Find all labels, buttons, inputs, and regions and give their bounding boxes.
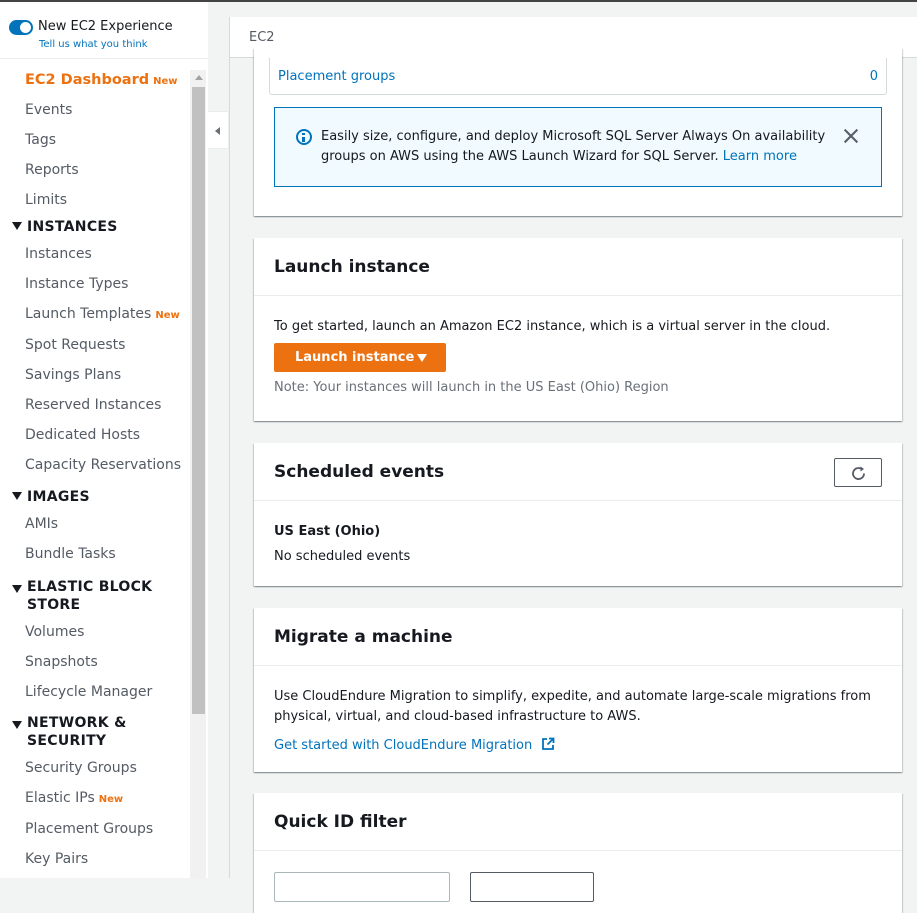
migrate-description: Use CloudEndure Migration to simplify, e… — [274, 689, 871, 724]
scroll-up-arrow-icon[interactable] — [195, 75, 203, 80]
placement-groups-count[interactable]: 0 — [870, 69, 878, 84]
launch-description: To get started, launch an Amazon EC2 ins… — [274, 319, 831, 334]
card-title: Scheduled events — [274, 462, 445, 482]
sidebar-item-reserved-instances[interactable]: Reserved Instances — [0, 395, 190, 425]
refresh-button[interactable] — [834, 458, 882, 487]
sidebar-item-capacity-reservations[interactable]: Capacity Reservations — [0, 455, 190, 488]
external-link-icon — [542, 737, 555, 750]
card-header: Migrate a machine — [254, 608, 902, 666]
scheduled-region: US East (Ohio) — [274, 524, 381, 539]
card-title: Quick ID filter — [274, 812, 407, 832]
sidebar-item-launch-templates[interactable]: Launch Templates New — [0, 304, 190, 335]
sidebar-item-spot-requests[interactable]: Spot Requests — [0, 335, 190, 365]
sidebar-divider — [229, 17, 230, 878]
migrate-machine-card: Migrate a machine Use CloudEndure Migrat… — [254, 608, 902, 772]
sidebar-nav: EC2 Dashboard New Events Tags Reports Lim… — [0, 70, 190, 878]
new-badge: New — [155, 310, 180, 321]
sidebar-item-placement-groups[interactable]: Placement Groups — [0, 819, 190, 849]
sidebar-item-volumes[interactable]: Volumes — [0, 622, 190, 652]
sidebar-item-security-groups[interactable]: Security Groups — [0, 758, 190, 788]
card-header: Launch instance — [254, 238, 902, 296]
sidebar-item-key-pairs[interactable]: Key Pairs — [0, 849, 190, 878]
info-banner: Easily size, configure, and deploy Micro… — [274, 107, 882, 187]
section-title-line1: NETWORK & — [27, 715, 127, 731]
quick-id-type-select[interactable] — [274, 872, 450, 902]
sidebar-item-elastic-ips[interactable]: Elastic IPs New — [0, 788, 190, 819]
breadcrumb[interactable]: EC2 — [249, 30, 275, 45]
sidebar-header: New EC2 Experience Tell us what you thin… — [0, 2, 208, 59]
close-icon[interactable] — [841, 126, 861, 146]
card-header: Quick ID filter — [254, 793, 902, 851]
section-title: ELASTIC BLOCK STORE — [27, 578, 152, 614]
section-title: INSTANCES — [27, 219, 118, 235]
scheduled-events-card: Scheduled events US East (Ohio) No sched… — [254, 443, 902, 586]
section-title-line2: STORE — [27, 597, 81, 613]
card-title: Launch instance — [274, 257, 430, 277]
scheduled-status: No scheduled events — [274, 549, 411, 564]
sidebar-item-reports[interactable]: Reports — [0, 160, 190, 190]
sidebar-section-instances[interactable]: INSTANCES — [0, 218, 190, 244]
launch-instance-button-label: Launch instance — [295, 350, 415, 365]
sidebar-item-tags[interactable]: Tags — [0, 130, 190, 160]
section-title-line2: SECURITY — [27, 733, 107, 749]
caret-down-icon — [417, 354, 427, 362]
launch-instance-card: Launch instance To get started, launch a… — [254, 238, 902, 421]
sidebar-item-label: EC2 Dashboard — [25, 72, 150, 88]
sidebar-item-label: Elastic IPs — [25, 790, 95, 806]
collapse-sidebar-button[interactable] — [208, 111, 229, 149]
sidebar-item-label: Launch Templates — [25, 306, 152, 322]
sidebar-item-dedicated-hosts[interactable]: Dedicated Hosts — [0, 425, 190, 455]
sidebar-item-lifecycle-manager[interactable]: Lifecycle Manager — [0, 682, 190, 714]
refresh-icon — [852, 466, 865, 480]
card-header: Scheduled events — [254, 443, 902, 501]
learn-more-link[interactable]: Learn more — [723, 149, 797, 164]
caret-down-icon — [12, 492, 22, 500]
info-banner-text: Easily size, configure, and deploy Micro… — [321, 127, 841, 167]
sidebar: New EC2 Experience Tell us what you thin… — [0, 2, 208, 878]
sidebar-item-snapshots[interactable]: Snapshots — [0, 652, 190, 682]
section-title-line1: ELASTIC BLOCK — [27, 579, 153, 595]
caret-down-icon — [12, 585, 22, 593]
feedback-link[interactable]: Tell us what you think — [39, 39, 148, 50]
launch-instance-button[interactable]: Launch instance — [274, 343, 446, 372]
sidebar-section-network-security[interactable]: NETWORK & SECURITY — [0, 714, 190, 758]
quick-id-filter-card: Quick ID filter — [254, 793, 902, 913]
main-content: Placement groups 0 Easily size, configur… — [234, 48, 917, 913]
placement-groups-link[interactable]: Placement groups — [278, 69, 395, 84]
sidebar-item-bundle-tasks[interactable]: Bundle Tasks — [0, 544, 190, 578]
placement-groups-row: Placement groups 0 — [269, 58, 887, 95]
new-badge: New — [98, 794, 124, 805]
resources-card: Placement groups 0 Easily size, configur… — [254, 48, 902, 216]
sidebar-item-savings-plans[interactable]: Savings Plans — [0, 365, 190, 395]
sidebar-item-instances[interactable]: Instances — [0, 244, 190, 274]
cloudendure-migration-link[interactable]: Get started with CloudEndure Migration — [274, 738, 532, 753]
section-title: IMAGES — [27, 489, 90, 505]
new-experience-toggle[interactable] — [9, 20, 33, 35]
cloudendure-link-row[interactable]: Get started with CloudEndure Migration — [274, 734, 555, 753]
info-icon — [296, 129, 312, 145]
toggle-knob — [20, 22, 31, 33]
quick-id-input[interactable] — [470, 872, 594, 902]
sidebar-item-instance-types[interactable]: Instance Types — [0, 274, 190, 304]
sidebar-item-limits[interactable]: Limits — [0, 190, 190, 218]
card-title: Migrate a machine — [274, 627, 453, 647]
sidebar-item-amis[interactable]: AMIs — [0, 514, 190, 544]
sidebar-item-events[interactable]: Events — [0, 100, 190, 130]
section-title: NETWORK & SECURITY — [27, 714, 127, 750]
new-experience-label: New EC2 Experience — [38, 19, 173, 34]
sidebar-section-elastic-block-store[interactable]: ELASTIC BLOCK STORE — [0, 578, 190, 622]
sidebar-item-ec2-dashboard[interactable]: EC2 Dashboard New — [0, 70, 190, 100]
new-badge: New — [153, 76, 178, 87]
launch-region-note: Note: Your instances will launch in the … — [274, 380, 669, 395]
caret-left-icon — [215, 127, 220, 135]
caret-down-icon — [12, 222, 22, 230]
sidebar-scroll-thumb[interactable] — [192, 87, 205, 714]
caret-down-icon — [12, 721, 22, 729]
sidebar-section-images[interactable]: IMAGES — [0, 488, 190, 514]
